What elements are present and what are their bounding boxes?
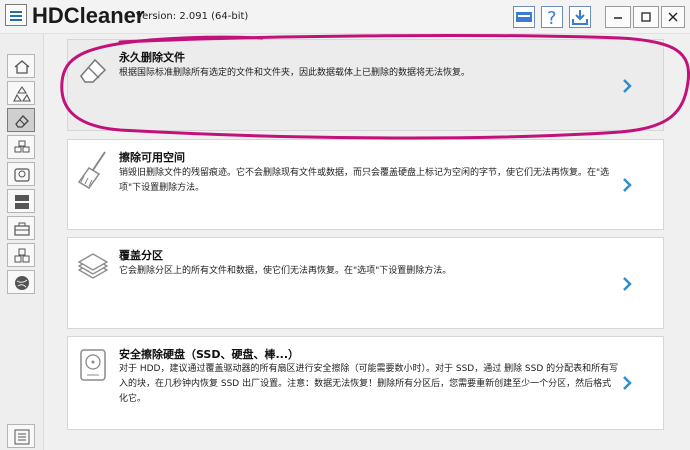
minimize-icon[interactable] bbox=[605, 6, 631, 28]
sidebar-item-toolbox[interactable] bbox=[7, 216, 35, 240]
help-icon[interactable]: ? bbox=[541, 6, 563, 29]
card-title: 擦除可用空间 bbox=[119, 151, 185, 164]
card-description: 它会删除分区上的所有文件和数据，使它们无法再恢复。在"选项"下设置删除方法。 bbox=[119, 266, 452, 276]
card-delete-files[interactable]: 永久删除文件 根据国际标准删除所有选定的文件和文件夹，因此数据载体上已删除的数据… bbox=[67, 39, 664, 131]
paper-stack-icon bbox=[77, 253, 109, 279]
globe-icon bbox=[15, 276, 29, 290]
recycle-icon bbox=[13, 86, 31, 102]
sidebar-item-partition[interactable] bbox=[7, 189, 35, 213]
chevron-right-icon[interactable] bbox=[621, 375, 633, 391]
home-icon bbox=[14, 60, 30, 74]
card-title: 安全擦除硬盘（SSD、硬盘、棒...） bbox=[119, 348, 300, 361]
modules-icon bbox=[14, 248, 30, 263]
sidebar-item-globe[interactable] bbox=[7, 270, 35, 294]
chevron-right-icon[interactable] bbox=[621, 177, 633, 193]
sidebar-item-cleaner[interactable] bbox=[7, 81, 35, 105]
partition-icon bbox=[15, 195, 29, 209]
close-icon[interactable] bbox=[661, 6, 685, 28]
app-title: HDCleaner bbox=[32, 3, 145, 28]
chevron-right-icon[interactable] bbox=[621, 78, 633, 94]
sidebar-item-home[interactable] bbox=[7, 54, 35, 78]
eraser-icon bbox=[80, 58, 107, 83]
card-overwrite-partition[interactable]: 覆盖分区 它会删除分区上的所有文件和数据，使它们无法再恢复。在"选项"下设置删除… bbox=[67, 237, 664, 329]
card-title: 永久删除文件 bbox=[119, 51, 185, 64]
card-wipe-free-space[interactable]: 擦除可用空间 销毁旧删除文件的残留痕迹。它不会删除现有文件或数据，而只会覆盖硬盘… bbox=[67, 139, 664, 230]
toolbox-icon bbox=[14, 222, 30, 236]
sidebar-item-disk[interactable] bbox=[7, 162, 35, 186]
sidebar-item-eraser[interactable] bbox=[7, 108, 35, 132]
card-description: 销毁旧删除文件的残留痕迹。它不会删除现有文件或数据，而只会覆盖硬盘上标记为空闲的… bbox=[119, 168, 610, 193]
download-icon[interactable] bbox=[569, 6, 591, 28]
card-description: 对于 HDD，建议通过覆盖驱动器的所有扇区进行安全擦除（可能需要数小时）。对于 … bbox=[119, 364, 619, 404]
card-description: 根据国际标准删除所有选定的文件和文件夹，因此数据载体上已删除的数据将无法恢复。 bbox=[119, 68, 471, 78]
sidebar-settings-button[interactable] bbox=[7, 424, 35, 448]
registry-icon bbox=[14, 140, 30, 153]
sidebar-item-registry[interactable] bbox=[7, 135, 35, 159]
hard-disk-icon bbox=[80, 349, 106, 381]
card-secure-erase-drive[interactable]: 安全擦除硬盘（SSD、硬盘、棒...） 对于 HDD，建议通过覆盖驱动器的所有扇… bbox=[67, 336, 664, 430]
maximize-icon[interactable] bbox=[633, 6, 659, 28]
monitor-icon[interactable] bbox=[513, 6, 535, 28]
version-label: Version: 2.091 (64-bit) bbox=[136, 11, 249, 22]
title-bar: HDCleaner Version: 2.091 (64-bit) ? bbox=[0, 0, 690, 34]
settings-list-icon bbox=[14, 429, 30, 445]
menu-button[interactable] bbox=[5, 4, 27, 26]
eraser-icon bbox=[15, 115, 29, 128]
card-title: 覆盖分区 bbox=[119, 249, 163, 262]
chevron-right-icon[interactable] bbox=[621, 276, 633, 292]
sidebar-item-modules[interactable] bbox=[7, 243, 35, 267]
disk-icon bbox=[14, 168, 30, 182]
broom-icon bbox=[77, 151, 106, 189]
sidebar bbox=[0, 34, 44, 450]
svg-text:?: ? bbox=[547, 8, 557, 27]
